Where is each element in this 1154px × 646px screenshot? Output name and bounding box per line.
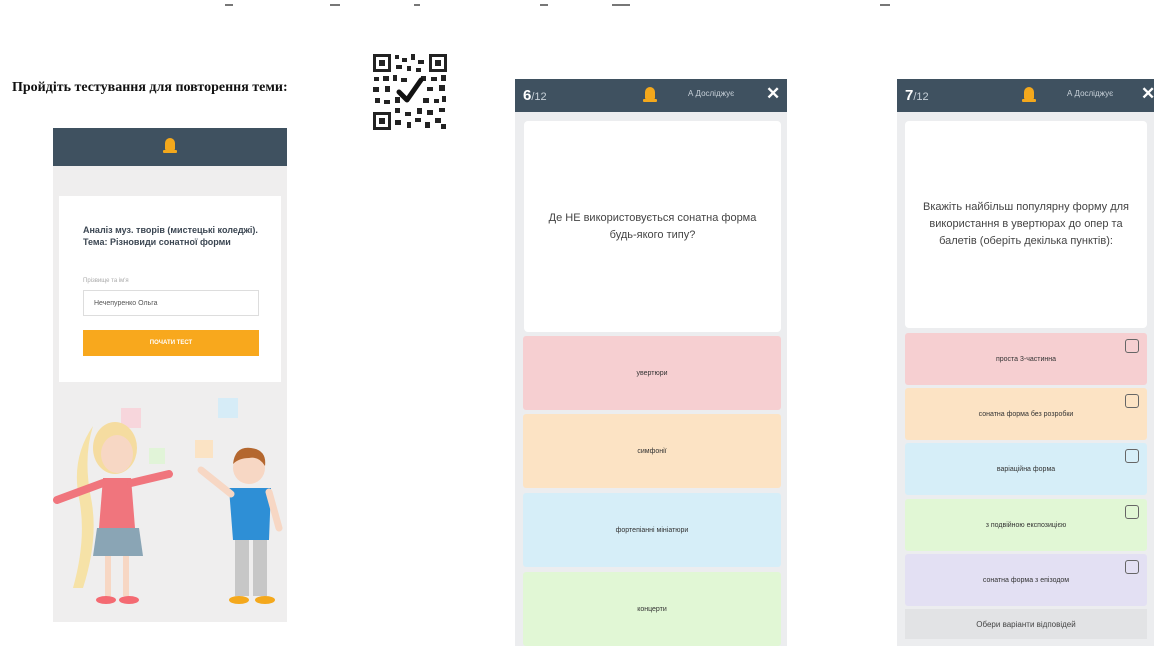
- intro-text: Пройдіть тестування для повторення теми:: [12, 80, 288, 95]
- question-counter: 6/12: [523, 87, 547, 104]
- question-card: Де НЕ використовується сонатна форма буд…: [524, 121, 781, 332]
- name-input[interactable]: [83, 290, 259, 316]
- checkbox[interactable]: [1125, 449, 1139, 463]
- start-card: Аналіз муз. творів (мистецькі коледжі). …: [59, 196, 281, 382]
- bell-logo-icon: [1022, 87, 1036, 103]
- close-icon[interactable]: ✕: [1141, 84, 1154, 104]
- answer-label: сонатна форма без розробки: [978, 410, 1074, 418]
- answer-option[interactable]: варіаційна форма: [905, 443, 1147, 495]
- children-illustration: [53, 398, 283, 604]
- checkbox[interactable]: [1125, 505, 1139, 519]
- answer-label: проста 3-частинна: [995, 355, 1057, 363]
- cropped-heading-fragments: [0, 0, 1154, 16]
- answer-label: з подвійною експозицією: [985, 521, 1067, 529]
- quiz-header: 7/12 А Досліджує ✕: [897, 79, 1154, 112]
- answer-option[interactable]: фортепіанні мініатюри: [523, 493, 781, 567]
- answer-option[interactable]: сонатна форма без розробки: [905, 388, 1147, 440]
- name-field-label: Прізвище та ім'я: [83, 278, 129, 284]
- user-name: А Досліджує: [688, 89, 735, 98]
- app-header: [53, 128, 287, 166]
- answer-option[interactable]: симфонії: [523, 414, 781, 488]
- quiz-question-6: 6/12 А Досліджує ✕ Де НЕ використовуєтьс…: [515, 79, 787, 646]
- start-test-button[interactable]: Почати тест: [83, 330, 259, 356]
- answer-label: варіаційна форма: [996, 465, 1056, 473]
- checkbox[interactable]: [1125, 339, 1139, 353]
- qr-code[interactable]: [371, 52, 449, 132]
- quiz-question-7: 7/12 А Досліджує ✕ Вкажіть найбільш попу…: [897, 79, 1154, 646]
- bell-logo-icon: [643, 87, 657, 103]
- answer-label: сонатна форма з епізодом: [982, 576, 1070, 584]
- quiz-header: 6/12 А Досліджує ✕: [515, 79, 787, 112]
- answer-option[interactable]: сонатна форма з епізодом: [905, 554, 1147, 606]
- answer-option[interactable]: концерти: [523, 572, 781, 646]
- question-card: Вкажіть найбільш популярну форму для вик…: [905, 121, 1147, 328]
- start-screen: Аналіз муз. творів (мистецькі коледжі). …: [53, 128, 287, 622]
- bell-logo-icon: [163, 138, 177, 154]
- close-icon[interactable]: ✕: [766, 84, 780, 104]
- test-title: Аналіз муз. творів (мистецькі коледжі). …: [83, 225, 258, 247]
- checkbox[interactable]: [1125, 560, 1139, 574]
- answer-option[interactable]: увертюри: [523, 336, 781, 410]
- user-name: А Досліджує: [1067, 89, 1114, 98]
- question-counter: 7/12: [905, 87, 929, 104]
- checkbox[interactable]: [1125, 394, 1139, 408]
- answer-option[interactable]: з подвійною експозицією: [905, 499, 1147, 551]
- answer-option[interactable]: проста 3-частинна: [905, 333, 1147, 385]
- choose-answers-hint: Обери варіанти відповідей: [905, 609, 1147, 639]
